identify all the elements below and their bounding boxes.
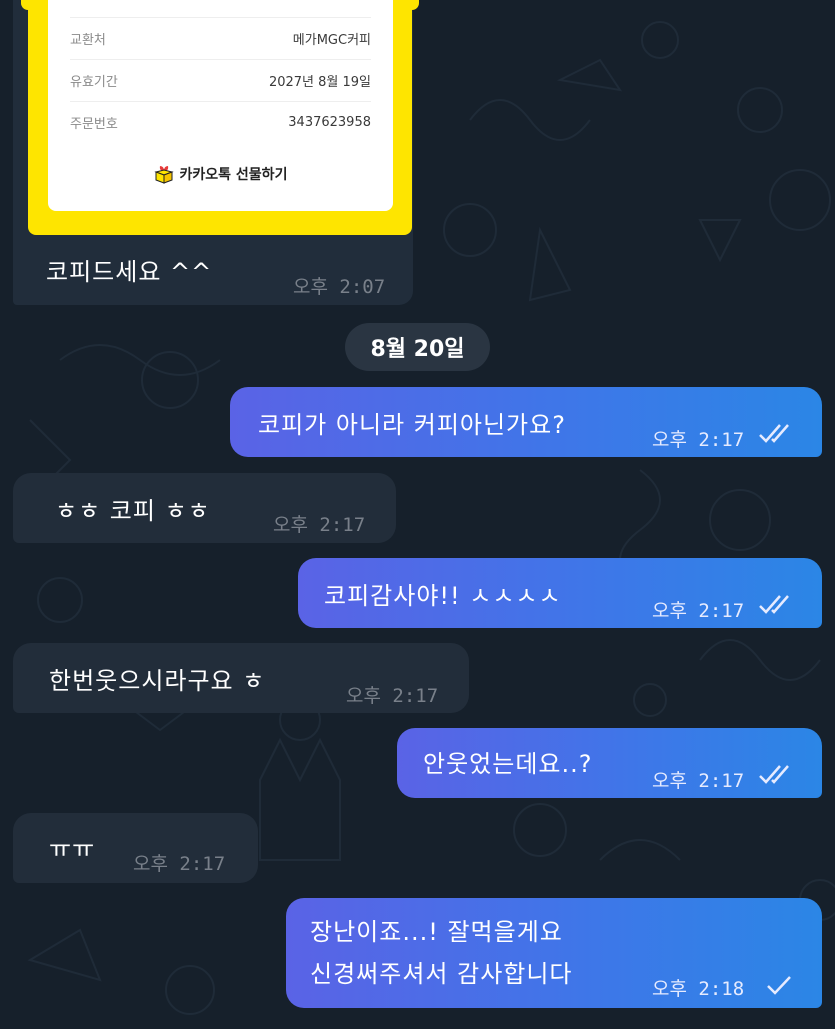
message-text: 코피드세요 ^^ <box>46 258 213 286</box>
double-check-icon <box>759 424 789 443</box>
message-time: 오후 2:17 <box>652 600 745 622</box>
message-time: 오후 2:17 <box>652 429 745 451</box>
message-text: ㅠㅠ <box>49 835 96 863</box>
double-check-icon <box>759 765 789 784</box>
message-bubble-outgoing[interactable]: 코피감사야!! ㅅㅅㅅㅅ 오후 2:17 <box>298 558 822 628</box>
gift-info-row: 유효기간 2027년 8월 19일 <box>70 59 371 101</box>
gift-info-label: 주문번호 <box>70 117 118 132</box>
message-text-line: 신경써주셔서 감사합니다 <box>310 960 573 988</box>
message-text: 안웃었는데요..? <box>423 750 593 778</box>
gift-info-row: 교환처 메가MGC커피 <box>70 17 371 59</box>
gift-box-icon <box>153 166 174 184</box>
message-bubble-outgoing[interactable]: 안웃었는데요..? 오후 2:17 <box>397 728 822 798</box>
ticket-notch <box>21 0 35 10</box>
message-bubble-outgoing[interactable]: 장난이죠...! 잘먹을게요 신경써주셔서 감사합니다 오후 2:18 <box>286 898 822 1008</box>
ticket-notch <box>405 0 419 10</box>
message-time: 오후 2:07 <box>293 276 386 298</box>
message-bubble-outgoing[interactable]: 코피가 아니라 커피아닌가요? 오후 2:17 <box>230 387 822 457</box>
message-text: 코피가 아니라 커피아닌가요? <box>258 411 566 439</box>
gift-info-value: 3437623958 <box>288 115 371 130</box>
message-time: 오후 2:18 <box>652 978 745 1000</box>
gift-info-label: 교환처 <box>70 33 106 48</box>
message-text: ㅎㅎ 코피 ㅎㅎ <box>55 497 211 525</box>
double-check-icon <box>759 595 789 614</box>
gift-info-label: 유효기간 <box>70 75 118 90</box>
message-text: 코피감사야!! ㅅㅅㅅㅅ <box>324 582 562 610</box>
kakao-gift-link[interactable]: 카카오톡 선물하기 <box>48 162 393 186</box>
gift-info-row: 주문번호 3437623958 <box>70 101 371 143</box>
message-time: 오후 2:17 <box>652 770 745 792</box>
gift-info-value: 메가MGC커피 <box>292 33 371 48</box>
message-bubble-incoming[interactable]: ㅠㅠ 오후 2:17 <box>13 813 258 883</box>
message-text-line: 장난이죠...! 잘먹을게요 <box>310 918 563 946</box>
message-time: 오후 2:17 <box>346 685 439 707</box>
single-check-icon <box>767 976 791 995</box>
gift-info-value: 2027년 8월 19일 <box>268 75 371 90</box>
message-text: 한번웃으시라구요 ㅎ <box>49 667 266 695</box>
message-time: 오후 2:17 <box>133 853 226 875</box>
message-bubble-incoming[interactable]: ㅎㅎ 코피 ㅎㅎ 오후 2:17 <box>13 473 396 543</box>
message-time: 오후 2:17 <box>273 514 366 536</box>
message-bubble-incoming[interactable]: 한번웃으시라구요 ㅎ 오후 2:17 <box>13 643 469 713</box>
gift-card[interactable]: 교환처 메가MGC커피 유효기간 2027년 8월 19일 주문번호 34376… <box>48 0 393 211</box>
date-separator: 8월 20일 <box>345 323 490 371</box>
share-label: 카카오톡 선물하기 <box>179 167 288 183</box>
